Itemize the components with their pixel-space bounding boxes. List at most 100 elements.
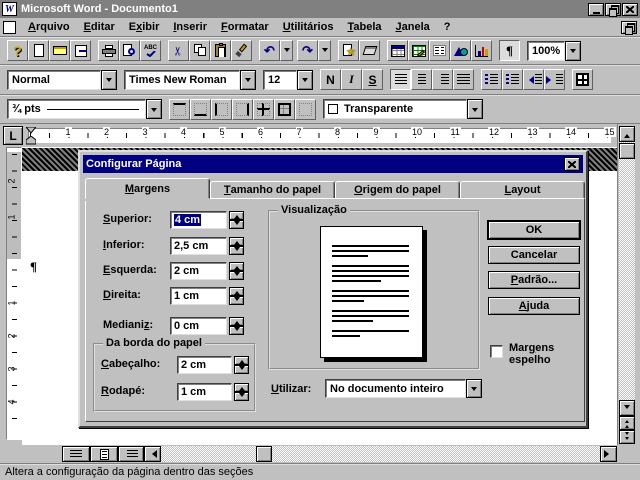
inferior-input[interactable]: 2,5 cm: [170, 237, 227, 255]
show-paragraph-marks-button[interactable]: ¶: [499, 40, 520, 61]
v-scroll-track[interactable]: [619, 142, 635, 400]
direita-spinner[interactable]: [229, 287, 244, 305]
style-value[interactable]: Normal: [7, 70, 101, 90]
paste-button[interactable]: [210, 40, 231, 61]
style-combobox[interactable]: Normal: [7, 70, 117, 90]
font-size-value[interactable]: 12: [263, 70, 297, 90]
close-button[interactable]: [622, 3, 638, 16]
underline-button[interactable]: S: [362, 69, 383, 90]
page-layout-view-button[interactable]: [90, 446, 118, 462]
menu-utilitarios[interactable]: Utilitários: [276, 19, 341, 35]
justify-button[interactable]: [453, 69, 474, 90]
redo-dropdown-button[interactable]: [318, 40, 331, 61]
v-scroll-thumb[interactable]: [619, 143, 635, 159]
insert-excel-button[interactable]: [408, 40, 429, 61]
horizontal-scrollbar[interactable]: [0, 445, 617, 463]
medianiz-input[interactable]: 0 cm: [170, 317, 227, 335]
align-left-button[interactable]: [390, 69, 411, 90]
tab-layout[interactable]: Layout: [460, 181, 585, 199]
font-size-combobox[interactable]: 12: [263, 70, 313, 90]
esquerda-spinner[interactable]: [229, 262, 244, 280]
font-value[interactable]: Times New Roman: [124, 70, 240, 90]
undo-button[interactable]: ↶: [259, 40, 280, 61]
line-style-dropdown-button[interactable]: [146, 99, 162, 119]
new-document-button[interactable]: [28, 40, 49, 61]
menu-janela[interactable]: Janela: [389, 19, 437, 35]
menu-editar[interactable]: Editar: [77, 19, 122, 35]
columns-button[interactable]: [429, 40, 450, 61]
align-center-button[interactable]: [411, 69, 432, 90]
help-button[interactable]: ?: [7, 40, 28, 61]
drawing-button[interactable]: [450, 40, 471, 61]
right-border-button[interactable]: [232, 99, 253, 120]
autotext-button[interactable]: [359, 40, 380, 61]
vertical-scrollbar[interactable]: [617, 124, 635, 445]
zoom-value[interactable]: 100%: [527, 41, 565, 61]
restore-button[interactable]: [605, 3, 621, 16]
inside-border-button[interactable]: [253, 99, 274, 120]
open-button[interactable]: [49, 40, 70, 61]
format-painter-button[interactable]: [231, 40, 252, 61]
bullet-list-button[interactable]: [502, 69, 523, 90]
minimize-button[interactable]: [588, 3, 604, 16]
h-scroll-track[interactable]: [161, 446, 600, 462]
rodape-spinner[interactable]: [234, 383, 249, 401]
menu-formatar[interactable]: Formatar: [214, 19, 276, 35]
numbered-list-button[interactable]: [481, 69, 502, 90]
redo-button[interactable]: ↷: [297, 40, 318, 61]
no-border-button[interactable]: [295, 99, 316, 120]
decrease-indent-button[interactable]: [523, 69, 544, 90]
utilizar-dropdown-button[interactable]: [466, 379, 482, 398]
cancelar-button[interactable]: Cancelar: [488, 246, 580, 264]
autoformat-button[interactable]: ★: [338, 40, 359, 61]
tab-origem-do-papel[interactable]: Origem do papel: [335, 181, 460, 199]
font-dropdown-button[interactable]: [240, 70, 256, 90]
scroll-down-button[interactable]: [619, 400, 635, 416]
cabecalho-input[interactable]: 2 cm: [177, 356, 232, 374]
style-dropdown-button[interactable]: [101, 70, 117, 90]
menu-ajuda[interactable]: ?: [437, 19, 458, 35]
ajuda-button[interactable]: Ajuda: [488, 297, 580, 315]
bottom-border-button[interactable]: [190, 99, 211, 120]
superior-spinner[interactable]: [229, 211, 244, 229]
print-preview-button[interactable]: [119, 40, 140, 61]
outline-view-button[interactable]: [118, 446, 144, 462]
document-control-icon[interactable]: [3, 21, 16, 34]
spin-down-icon[interactable]: [229, 220, 244, 229]
save-button[interactable]: [70, 40, 91, 61]
titlebar[interactable]: W Microsoft Word - Documento1: [0, 0, 640, 18]
bold-button[interactable]: N: [320, 69, 341, 90]
tab-tamanho-do-papel[interactable]: Tamanho do papel: [210, 181, 335, 199]
italic-button[interactable]: I: [341, 69, 362, 90]
direita-input[interactable]: 1 cm: [170, 287, 227, 305]
cut-button[interactable]: ✂: [168, 40, 189, 61]
margens-espelho-checkbox[interactable]: [490, 345, 503, 358]
line-style-combobox[interactable]: ¾ pts: [7, 99, 162, 119]
scroll-up-button[interactable]: [619, 126, 635, 142]
normal-view-button[interactable]: [62, 446, 90, 462]
borders-toolbar-toggle-button[interactable]: [572, 69, 593, 90]
shading-combobox[interactable]: Transparente: [323, 99, 483, 119]
zoom-combobox[interactable]: 100%: [527, 41, 579, 61]
inferior-spinner[interactable]: [229, 237, 244, 255]
scroll-left-button[interactable]: [144, 446, 161, 462]
hanging-indent-marker[interactable]: [26, 136, 36, 145]
insert-table-button[interactable]: [387, 40, 408, 61]
tab-margens[interactable]: Margens: [85, 178, 210, 199]
first-line-indent-marker[interactable]: [26, 127, 36, 134]
previous-page-button[interactable]: [619, 416, 635, 430]
esquerda-input[interactable]: 2 cm: [170, 262, 227, 280]
cabecalho-spinner[interactable]: [234, 356, 249, 374]
font-combobox[interactable]: Times New Roman: [124, 70, 256, 90]
document-restore-button[interactable]: [621, 21, 637, 34]
menu-tabela[interactable]: Tabela: [340, 19, 388, 35]
chart-button[interactable]: [471, 40, 492, 61]
rodape-input[interactable]: 1 cm: [177, 383, 232, 401]
utilizar-value[interactable]: No documento inteiro: [325, 379, 466, 398]
padrao-button[interactable]: Padrão...: [488, 271, 580, 289]
zoom-dropdown-button[interactable]: [565, 41, 581, 61]
medianiz-spinner[interactable]: [229, 317, 244, 335]
ok-button[interactable]: OK: [488, 221, 580, 239]
spelling-button[interactable]: ABC: [140, 40, 161, 61]
font-size-dropdown-button[interactable]: [297, 70, 313, 90]
